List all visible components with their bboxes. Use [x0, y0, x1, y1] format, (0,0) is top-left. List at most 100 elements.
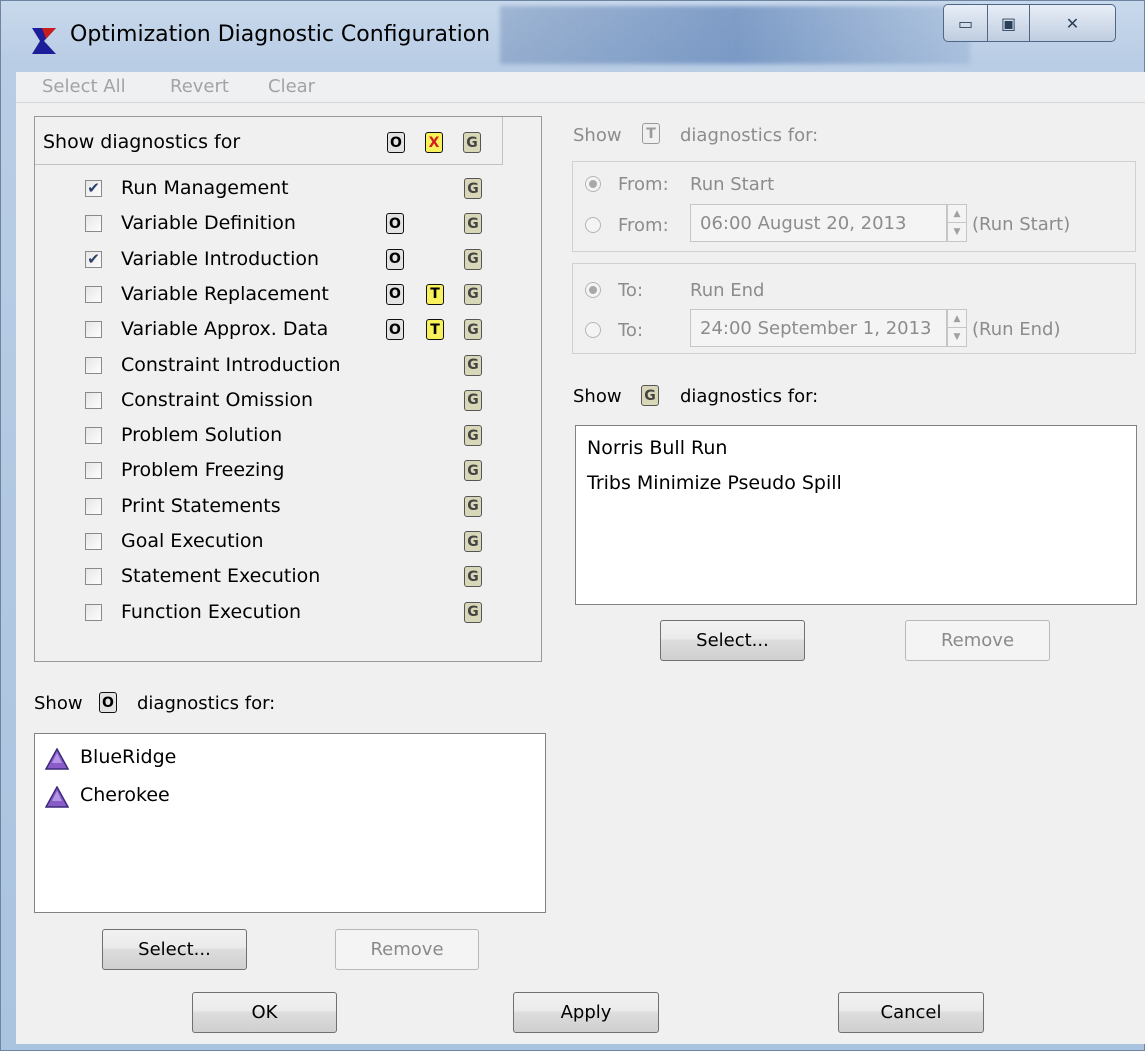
list-item[interactable]: Tribs Minimize Pseudo Spill	[587, 472, 842, 494]
from-option1-label: From:	[618, 174, 669, 195]
timestep-show-label: Show	[573, 125, 622, 146]
maximize-button[interactable]: ▣	[987, 4, 1030, 42]
from-group: From: Run Start From: 06:00 August 20, 2…	[572, 161, 1136, 252]
goal-badge-icon: G	[464, 213, 482, 235]
diagnostic-row[interactable]: Variable Replacement O T G	[35, 281, 541, 311]
diagnostic-row[interactable]: Problem Freezing G	[35, 457, 541, 487]
title-bar-glass	[500, 6, 970, 64]
diagnostic-checkbox[interactable]	[85, 215, 102, 233]
objects-list[interactable]: BlueRidge Cherokee	[34, 733, 546, 913]
diagnostic-row[interactable]: Function Execution G	[35, 599, 541, 629]
diagnostic-checkbox[interactable]: ✔	[85, 250, 102, 268]
diagnostic-label: Variable Introduction	[121, 247, 320, 270]
diagnostic-label: Function Execution	[121, 600, 302, 623]
from-date-radio[interactable]	[585, 217, 601, 233]
minimize-icon: ▭	[957, 13, 974, 33]
minimize-button[interactable]: ▭	[943, 4, 988, 42]
objects-remove-button[interactable]: Remove	[335, 929, 479, 970]
diagnostic-checkbox[interactable]	[85, 356, 102, 374]
goals-select-button[interactable]: Select...	[660, 620, 805, 661]
object-badge-icon: O	[387, 132, 405, 153]
from-run-start-radio[interactable]	[585, 176, 601, 192]
diagnostics-list: ✔ Run Management G Variable Definition O G ✔ Va…	[35, 165, 541, 661]
to-date-spinner[interactable]: ▲ ▼	[947, 309, 967, 347]
apply-button[interactable]: Apply	[513, 992, 659, 1033]
diagnostic-row[interactable]: Constraint Omission G	[35, 387, 541, 417]
diagnostic-row[interactable]: Goal Execution G	[35, 528, 541, 558]
diagnostic-row[interactable]: Variable Approx. Data O T G	[35, 316, 541, 346]
diagnostic-label: Run Management	[121, 177, 289, 199]
from-option1-value: Run Start	[690, 174, 775, 195]
diagnostic-row[interactable]: Constraint Introduction G	[35, 352, 541, 382]
goal-badge-icon: G	[464, 460, 482, 482]
diagnostic-checkbox[interactable]	[85, 391, 102, 409]
goal-badge-icon: G	[464, 566, 482, 588]
cancel-button[interactable]: Cancel	[838, 992, 984, 1033]
diagnostic-checkbox[interactable]	[85, 462, 102, 480]
list-item[interactable]: Cherokee	[80, 784, 170, 806]
goals-show-label: Show	[573, 386, 622, 407]
objects-show-label: Show	[34, 693, 83, 714]
diagnostic-checkbox[interactable]	[85, 568, 102, 586]
diagnostic-checkbox[interactable]	[85, 497, 102, 515]
from-option2-label: From:	[618, 215, 669, 236]
diagnostic-label: Variable Replacement	[121, 282, 329, 305]
ok-button[interactable]: OK	[192, 992, 337, 1033]
diagnostic-row[interactable]: Statement Execution G	[35, 563, 541, 593]
diagnostic-label: Constraint Introduction	[121, 353, 341, 376]
to-option1-label: To:	[618, 280, 644, 301]
diagnostic-checkbox[interactable]	[85, 533, 102, 550]
diagnostic-row[interactable]: ✔ Run Management G	[35, 175, 541, 205]
from-anchor-label: (Run Start)	[972, 214, 1071, 235]
spin-down-icon[interactable]: ▼	[948, 223, 966, 241]
title-bar[interactable]: Optimization Diagnostic Configuration ▭ …	[0, 0, 1145, 72]
goals-list[interactable]: Norris Bull Run Tribs Minimize Pseudo Sp…	[575, 425, 1137, 605]
list-item[interactable]: Norris Bull Run	[587, 437, 727, 459]
goal-badge-icon: G	[463, 132, 481, 153]
goal-badge-icon: G	[464, 389, 482, 411]
menu-clear[interactable]: Clear	[268, 76, 315, 97]
diagnostic-row[interactable]: ✔ Variable Introduction O G	[35, 246, 541, 276]
diagnostic-checkbox[interactable]	[85, 603, 102, 621]
object-reservoir-icon	[45, 786, 69, 808]
to-group: To: Run End To: 24:00 September 1, 2013 …	[572, 263, 1136, 354]
diagnostic-checkbox[interactable]	[85, 427, 102, 445]
goal-badge-icon: G	[464, 178, 482, 199]
timestep-suffix-label: diagnostics for:	[680, 125, 819, 146]
to-date-radio[interactable]	[585, 322, 601, 338]
diagnostic-checkbox[interactable]	[85, 321, 102, 339]
to-option2-label: To:	[618, 320, 644, 341]
menu-revert[interactable]: Revert	[170, 76, 229, 97]
spin-up-icon[interactable]: ▲	[948, 205, 966, 223]
from-date-spinner[interactable]: ▲ ▼	[947, 204, 967, 242]
to-run-end-radio[interactable]	[585, 282, 601, 298]
object-badge-icon: O	[386, 248, 404, 270]
diagnostic-checkbox[interactable]	[85, 285, 102, 303]
timestep-badge-icon: T	[642, 123, 660, 144]
to-anchor-label: (Run End)	[972, 319, 1061, 340]
list-item[interactable]: BlueRidge	[80, 746, 176, 768]
goal-badge-icon: G	[464, 319, 482, 341]
from-date-field[interactable]: 06:00 August 20, 2013	[690, 204, 947, 242]
diagnostic-row[interactable]: Problem Solution G	[35, 422, 541, 452]
diagnostic-checkbox[interactable]: ✔	[85, 180, 102, 197]
goals-remove-button[interactable]: Remove	[905, 620, 1050, 661]
close-button[interactable]: ✕	[1029, 4, 1116, 42]
object-reservoir-icon	[45, 748, 69, 770]
goal-badge-icon: G	[464, 495, 482, 517]
diagnostic-row[interactable]: Print Statements G	[35, 493, 541, 523]
goal-badge-icon: G	[464, 354, 482, 376]
objects-select-button[interactable]: Select...	[102, 929, 247, 970]
diagnostic-label: Statement Execution	[121, 565, 321, 588]
timestep-badge-icon: X	[425, 132, 443, 153]
spin-up-icon[interactable]: ▲	[948, 310, 966, 328]
to-date-field[interactable]: 24:00 September 1, 2013	[690, 309, 947, 347]
diagnostic-row[interactable]: Variable Definition O G	[35, 210, 541, 240]
timestep-badge-icon: T	[426, 319, 444, 341]
spin-down-icon[interactable]: ▼	[948, 328, 966, 346]
window-title: Optimization Diagnostic Configuration	[70, 22, 491, 47]
menu-select-all[interactable]: Select All	[42, 76, 126, 97]
maximize-icon: ▣	[1000, 13, 1017, 33]
close-icon: ✕	[1065, 13, 1080, 33]
goal-badge-icon: G	[464, 601, 482, 623]
